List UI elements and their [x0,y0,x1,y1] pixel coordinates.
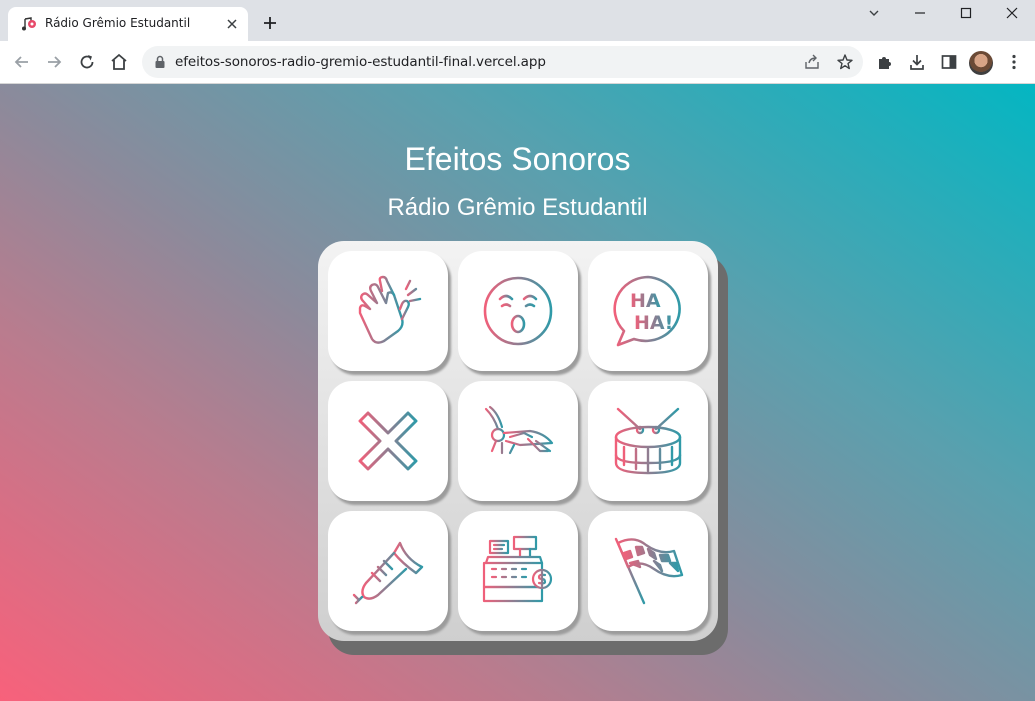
home-icon[interactable] [109,52,129,72]
menu-kebab-icon[interactable] [1005,53,1023,71]
download-icon[interactable] [908,53,926,71]
page-content: Efeitos Sonoros Rádio Grêmio Estudantil [0,84,1035,701]
sound-pad-wrong[interactable] [328,381,448,501]
browser-tab[interactable]: Rádio Grêmio Estudantil [8,7,248,41]
tab-title: Rádio Grêmio Estudantil [45,16,191,30]
cash-register-icon [482,535,553,603]
sound-pad-surprised[interactable] [458,251,578,371]
sound-pad-finish-flag[interactable] [588,511,708,631]
sound-pad-trumpet[interactable] [328,511,448,631]
maximize-icon[interactable] [943,3,989,23]
new-tab-icon[interactable] [262,15,278,31]
cricket-icon [484,405,554,455]
applause-icon [358,275,422,344]
tab-search-icon[interactable] [851,3,897,23]
sound-pad-applause[interactable] [328,251,448,371]
tab-strip: Rádio Grêmio Estudantil [0,0,1035,41]
haha-speech-bubble-icon: HA HA! [613,275,681,347]
url-text[interactable]: efeitos-sonoros-radio-gremio-estudantil-… [175,54,546,70]
close-window-icon[interactable] [989,3,1035,23]
sound-pad-cash-register[interactable] [458,511,578,631]
sound-pad-drum[interactable] [588,381,708,501]
sound-board: HA HA! [318,241,718,641]
sound-pad-haha[interactable]: HA HA! [588,251,708,371]
radio-favicon-icon [22,17,36,31]
sound-pad-cricket[interactable] [458,381,578,501]
minimize-icon[interactable] [897,3,943,23]
close-tab-icon[interactable] [224,16,240,32]
haha-line1: HA [630,290,661,312]
x-mark-icon [358,411,418,471]
bookmark-star-icon[interactable] [836,53,854,71]
page-subtitle: Rádio Grêmio Estudantil [387,194,648,221]
extensions-puzzle-icon[interactable] [876,53,894,71]
profile-avatar[interactable] [969,51,993,75]
browser-toolbar: efeitos-sonoros-radio-gremio-estudantil-… [0,41,1035,84]
lock-icon[interactable] [154,55,166,69]
side-panel-icon[interactable] [940,53,958,71]
drum-icon [614,407,682,475]
haha-line2: HA! [634,312,673,334]
page-title: Efeitos Sonoros [404,141,631,177]
forward-arrow-icon[interactable] [44,52,64,72]
surprised-face-icon [483,276,553,346]
trumpet-icon [352,541,424,605]
reload-icon[interactable] [77,52,97,72]
share-icon[interactable] [803,53,821,71]
back-arrow-icon[interactable] [12,52,32,72]
checkered-flag-icon [614,537,684,605]
address-bar[interactable]: efeitos-sonoros-radio-gremio-estudantil-… [142,46,863,78]
